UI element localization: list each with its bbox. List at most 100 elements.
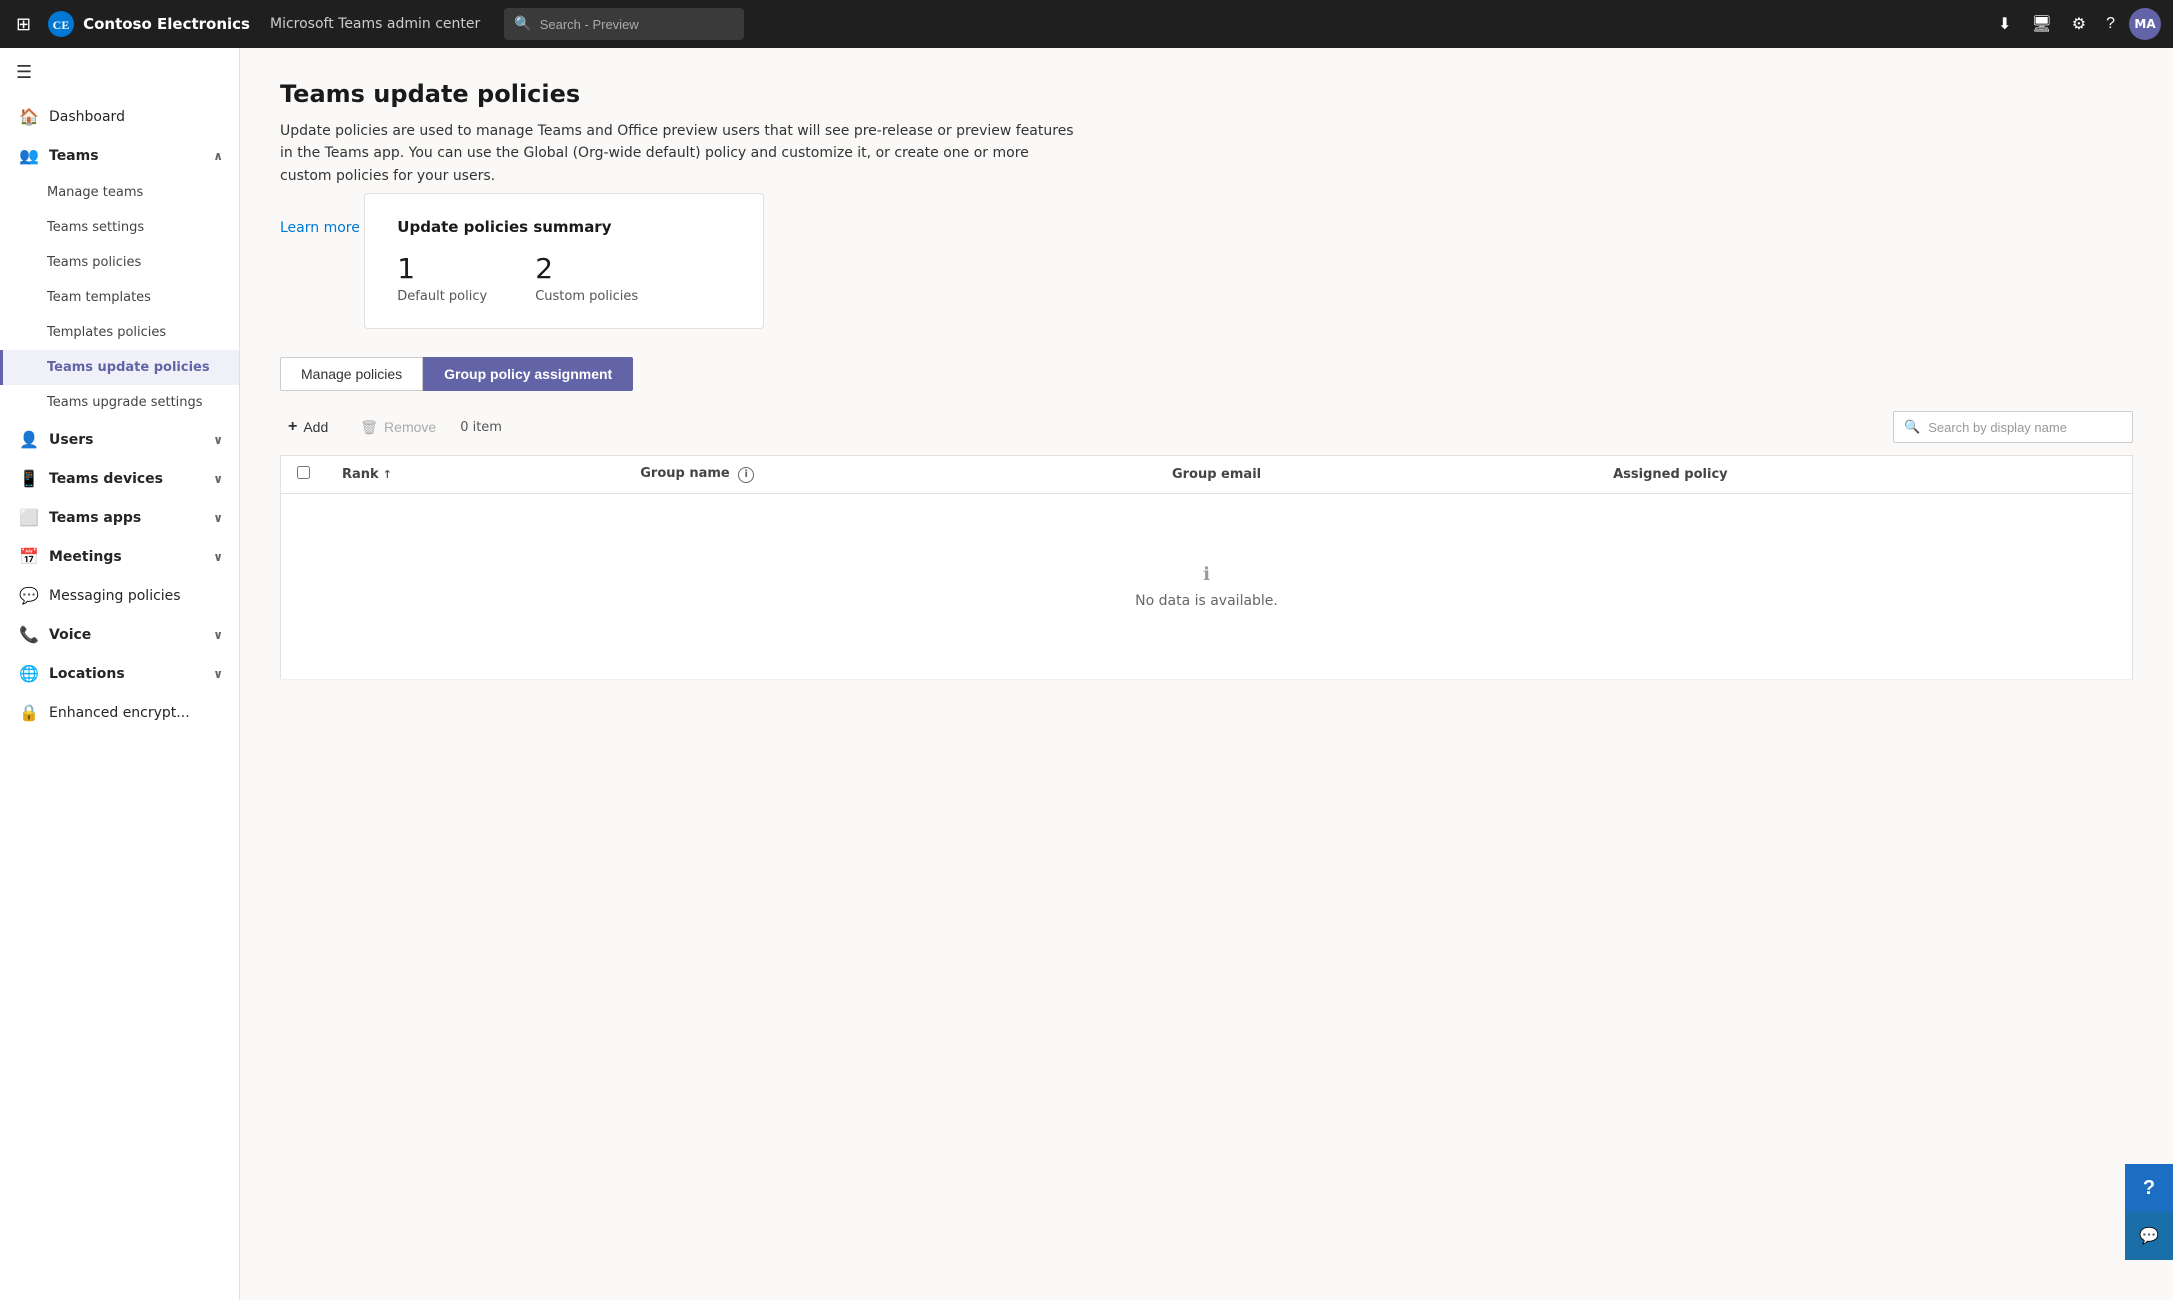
sidebar-label-teams-settings: Teams settings: [47, 220, 144, 235]
locations-icon: 🌐: [19, 664, 39, 683]
sidebar-item-messaging-policies[interactable]: 💬 Messaging policies: [0, 576, 239, 615]
sidebar-label-enhanced-encrypt: Enhanced encrypt...: [49, 705, 190, 721]
table-toolbar: + Add 🗑 Remove 0 item 🔍: [280, 411, 2133, 443]
tab-manage-policies[interactable]: Manage policies: [280, 357, 423, 391]
rank-sort-icon[interactable]: ↑: [383, 468, 392, 481]
th-assigned-policy: Assigned policy: [1597, 456, 2132, 494]
sidebar-item-manage-teams[interactable]: Manage teams: [0, 175, 239, 210]
settings-icon[interactable]: ⚙: [2066, 8, 2092, 40]
floating-buttons: ? 💬: [2125, 1164, 2173, 1260]
th-group-email: Group email: [1156, 456, 1597, 494]
data-table: Rank ↑ Group name i Group email Assigned…: [280, 455, 2133, 680]
float-chat-icon: 💬: [2139, 1226, 2159, 1246]
add-button[interactable]: + Add: [280, 412, 336, 442]
sidebar-label-users: Users: [49, 432, 93, 448]
sidebar-label-team-templates: Team templates: [47, 290, 151, 305]
sidebar-label-teams-policies: Teams policies: [47, 255, 141, 270]
users-icon: 👤: [19, 430, 39, 449]
summary-card-title: Update policies summary: [397, 218, 731, 236]
meetings-chevron: ∨: [213, 550, 223, 564]
avatar[interactable]: MA: [2129, 8, 2161, 40]
sidebar-item-templates-policies[interactable]: Templates policies: [0, 315, 239, 350]
sidebar-item-teams-devices[interactable]: 📱 Teams devices ∨: [0, 459, 239, 498]
page-title: Teams update policies: [280, 80, 2133, 108]
sidebar-item-teams-upgrade-settings[interactable]: Teams upgrade settings: [0, 385, 239, 420]
teams-apps-icon: ⬜: [19, 508, 39, 527]
summary-card: Update policies summary 1 Default policy…: [364, 193, 764, 329]
main-content: Teams update policies Update policies ar…: [240, 48, 2173, 1300]
sidebar-label-dashboard: Dashboard: [49, 109, 125, 125]
trash-icon: 🗑: [360, 419, 378, 436]
teams-devices-chevron: ∨: [213, 472, 223, 486]
global-search-input[interactable]: [540, 17, 735, 32]
encrypt-icon: 🔒: [19, 703, 39, 722]
voice-icon: 📞: [19, 625, 39, 644]
select-all-checkbox[interactable]: [297, 466, 310, 479]
sidebar-label-teams-update-policies: Teams update policies: [47, 360, 210, 375]
grid-icon[interactable]: ⊞: [12, 10, 35, 39]
table-search-input[interactable]: [1928, 420, 2122, 435]
page-description: Update policies are used to manage Teams…: [280, 120, 1080, 187]
item-count: 0 item: [460, 420, 502, 435]
th-rank: Rank ↑: [326, 456, 624, 494]
stat-default-label: Default policy: [397, 289, 487, 304]
topnav: ⊞ CE Contoso Electronics Microsoft Teams…: [0, 0, 2173, 48]
meetings-icon: 📅: [19, 547, 39, 566]
sidebar-label-locations: Locations: [49, 666, 125, 682]
th-group-email-label: Group email: [1172, 467, 1261, 482]
table-search[interactable]: 🔍: [1893, 411, 2133, 443]
help-icon[interactable]: ?: [2100, 9, 2121, 39]
sidebar-label-templates-policies: Templates policies: [47, 325, 166, 340]
tab-bar: Manage policies Group policy assignment: [280, 357, 2133, 391]
sidebar-toggle[interactable]: ☰: [0, 48, 239, 97]
float-chat-button[interactable]: 💬: [2125, 1212, 2173, 1260]
sidebar-item-teams-policies[interactable]: Teams policies: [0, 245, 239, 280]
sidebar-label-voice: Voice: [49, 627, 91, 643]
sidebar-label-teams-upgrade-settings: Teams upgrade settings: [47, 395, 203, 410]
sidebar-item-enhanced-encrypt[interactable]: 🔒 Enhanced encrypt...: [0, 693, 239, 732]
stat-default-number: 1: [397, 252, 487, 285]
summary-stats: 1 Default policy 2 Custom policies: [397, 252, 731, 304]
stat-default-policy: 1 Default policy: [397, 252, 487, 304]
sidebar-item-voice[interactable]: 📞 Voice ∨: [0, 615, 239, 654]
remove-button[interactable]: 🗑 Remove: [352, 413, 444, 442]
empty-icon: ℹ: [1203, 564, 1210, 585]
voice-chevron: ∨: [213, 628, 223, 642]
users-chevron: ∨: [213, 433, 223, 447]
sidebar-item-locations[interactable]: 🌐 Locations ∨: [0, 654, 239, 693]
stat-custom-label: Custom policies: [535, 289, 638, 304]
th-assigned-policy-label: Assigned policy: [1613, 467, 1728, 482]
float-help-button[interactable]: ?: [2125, 1164, 2173, 1212]
th-checkbox: [281, 456, 327, 494]
download-icon[interactable]: ⬇: [1992, 8, 2017, 40]
table-body: ℹ No data is available.: [281, 494, 2133, 680]
sidebar-label-manage-teams: Manage teams: [47, 185, 143, 200]
logo-icon: CE: [47, 10, 75, 38]
float-help-icon: ?: [2143, 1177, 2155, 1200]
sidebar-item-teams-update-policies[interactable]: Teams update policies: [0, 350, 239, 385]
group-name-info-icon[interactable]: i: [738, 467, 754, 483]
sidebar-item-teams-settings[interactable]: Teams settings: [0, 210, 239, 245]
topnav-actions: ⬇ 🖥 ⚙ ? MA: [1992, 8, 2161, 40]
locations-chevron: ∨: [213, 667, 223, 681]
stat-custom-number: 2: [535, 252, 638, 285]
th-group-name-label: Group name: [640, 466, 730, 481]
table-search-icon: 🔍: [1904, 420, 1920, 435]
tab-group-policy[interactable]: Group policy assignment: [423, 357, 633, 391]
sidebar: ☰ 🏠 Dashboard 👥 Teams ∧ Manage teams Tea…: [0, 48, 240, 1300]
svg-text:CE: CE: [53, 18, 70, 32]
sidebar-label-teams-devices: Teams devices: [49, 471, 163, 487]
sidebar-item-meetings[interactable]: 📅 Meetings ∨: [0, 537, 239, 576]
sidebar-item-teams[interactable]: 👥 Teams ∧: [0, 136, 239, 175]
add-label: Add: [303, 419, 328, 435]
sidebar-item-teams-apps[interactable]: ⬜ Teams apps ∨: [0, 498, 239, 537]
sidebar-item-team-templates[interactable]: Team templates: [0, 280, 239, 315]
sidebar-item-users[interactable]: 👤 Users ∨: [0, 420, 239, 459]
sidebar-label-messaging-policies: Messaging policies: [49, 588, 181, 604]
learn-more-link[interactable]: Learn more: [280, 220, 360, 236]
monitor-icon[interactable]: 🖥: [2025, 8, 2057, 40]
teams-devices-icon: 📱: [19, 469, 39, 488]
global-search[interactable]: 🔍: [504, 8, 744, 40]
app-body: ☰ 🏠 Dashboard 👥 Teams ∧ Manage teams Tea…: [0, 48, 2173, 1300]
sidebar-item-dashboard[interactable]: 🏠 Dashboard: [0, 97, 239, 136]
